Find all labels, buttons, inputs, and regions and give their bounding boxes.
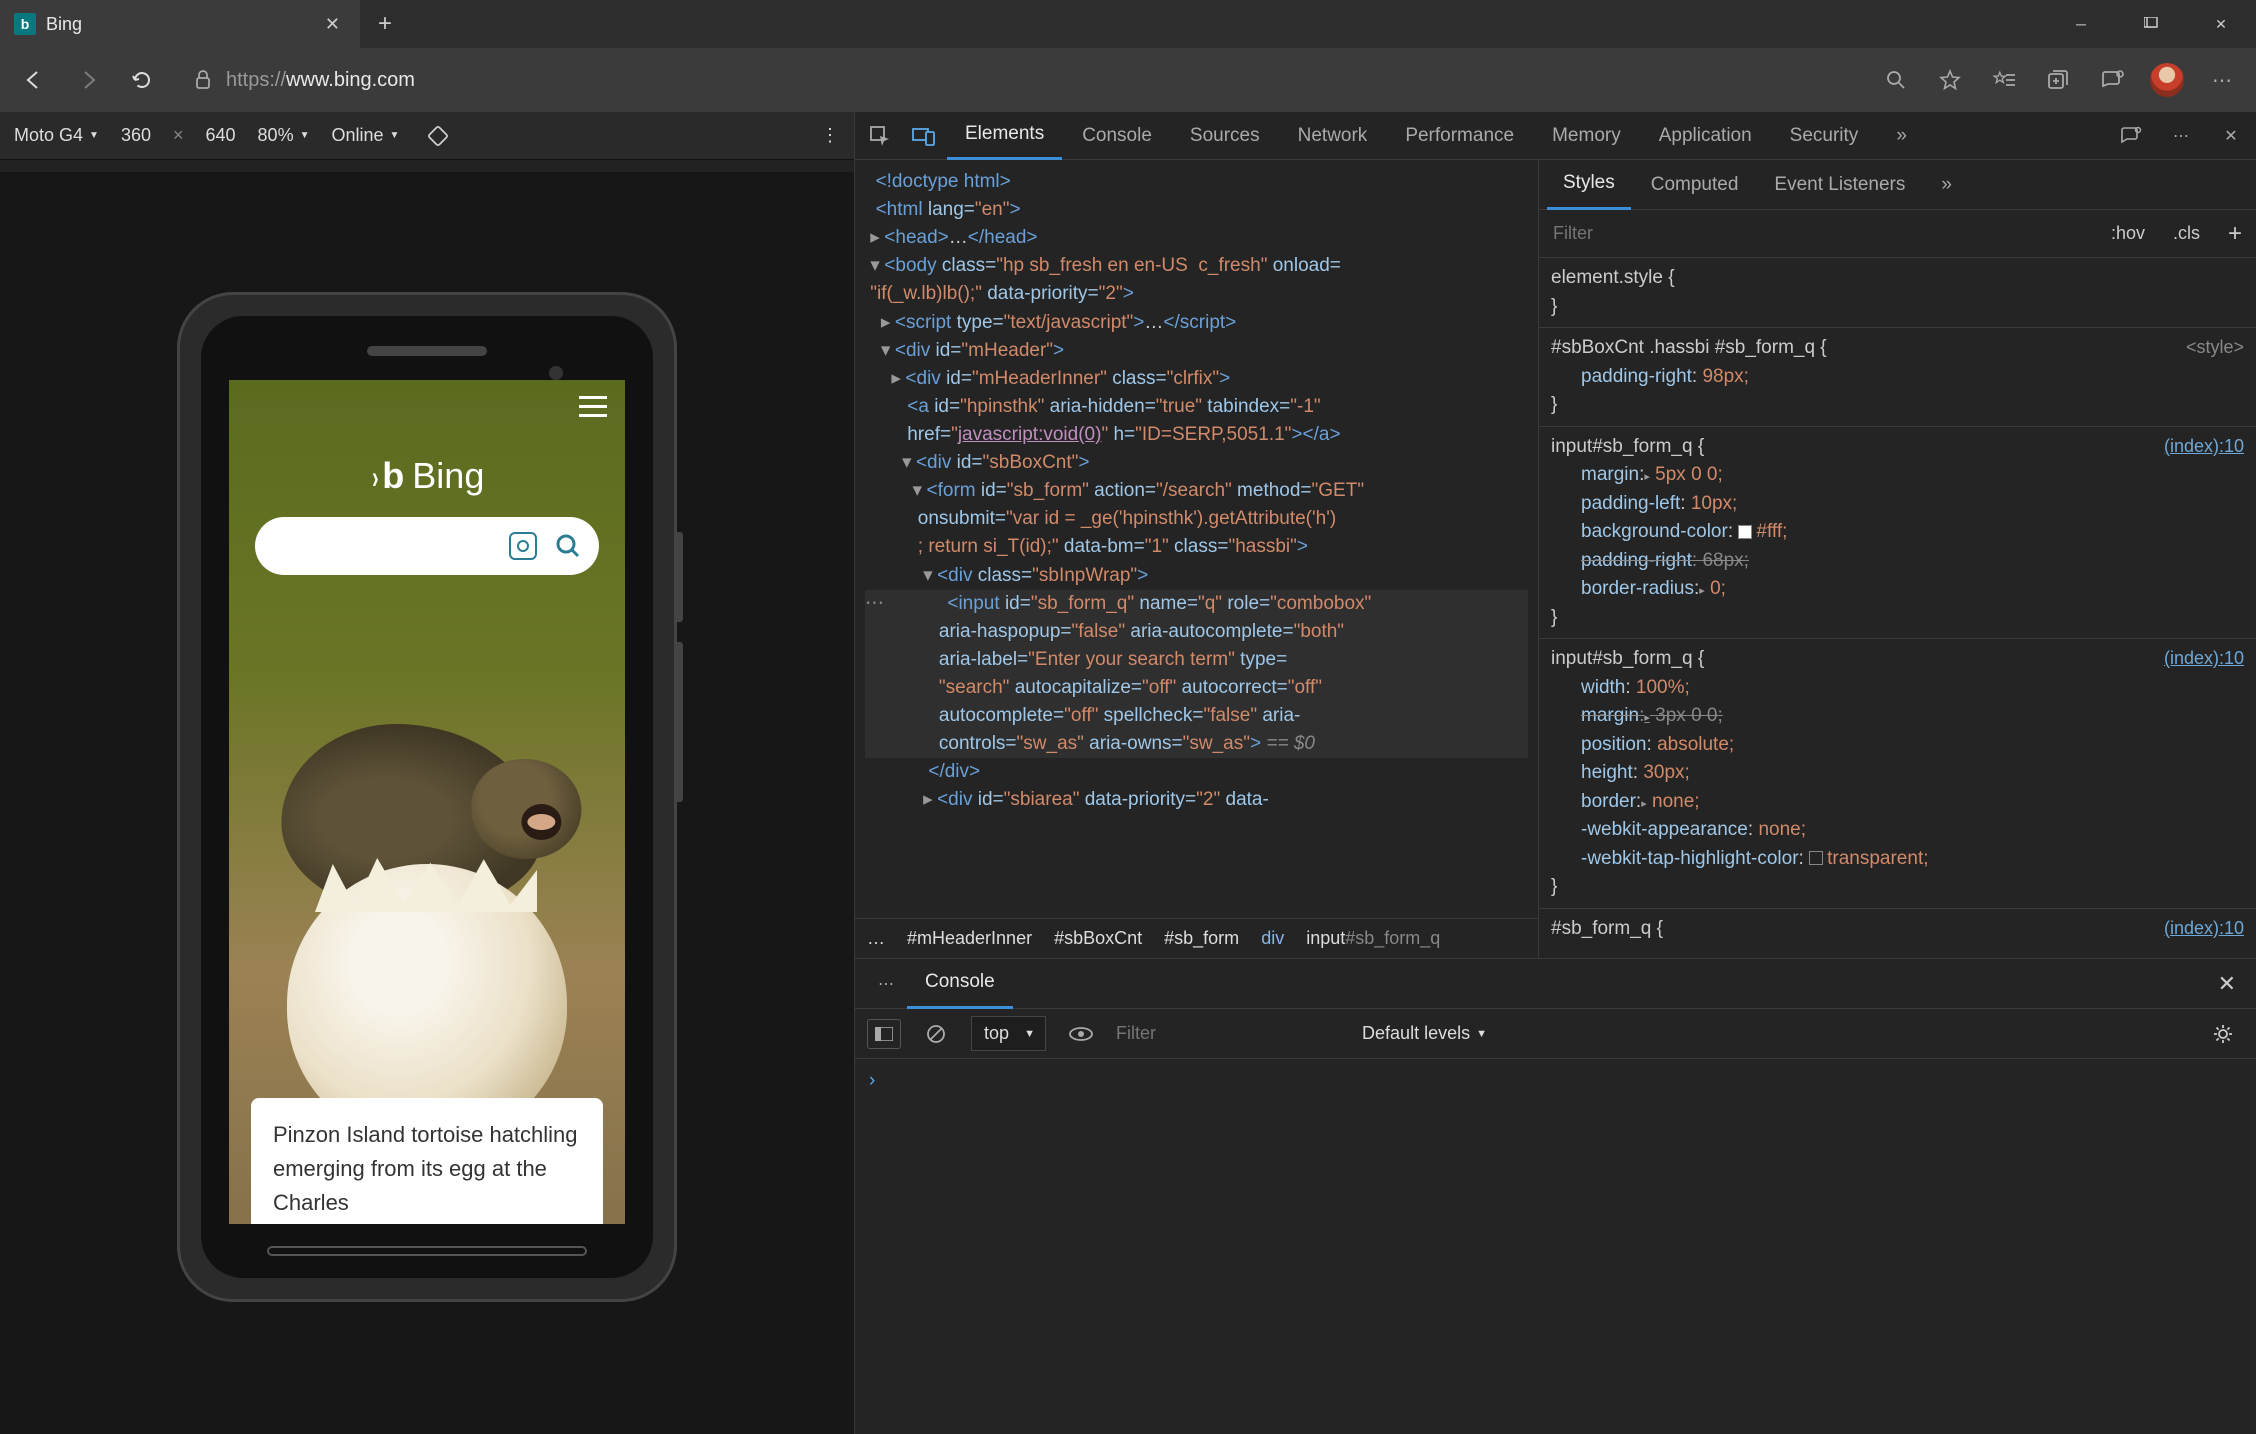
maximize-icon <box>2144 17 2158 31</box>
maximize-button[interactable] <box>2116 0 2186 48</box>
zoom-icon[interactable] <box>1872 56 1920 104</box>
feedback-icon[interactable] <box>2088 56 2136 104</box>
visual-search-icon[interactable] <box>509 532 537 560</box>
tab-network[interactable]: Network <box>1280 112 1386 160</box>
close-tab-icon[interactable]: ✕ <box>321 10 344 39</box>
styles-tabs-overflow-icon[interactable]: » <box>1925 160 1968 210</box>
context-select[interactable]: top▼ <box>971 1016 1046 1051</box>
phone-speaker <box>367 346 487 356</box>
drawer-more-icon[interactable]: ⋯ <box>865 963 907 1005</box>
more-menu-icon[interactable]: ⋯ <box>2198 56 2246 104</box>
refresh-icon <box>131 69 153 91</box>
bing-mark-icon: b <box>370 455 405 497</box>
console-sidebar-toggle-icon[interactable] <box>867 1019 901 1049</box>
zoom-select[interactable]: 80%▼ <box>258 125 310 146</box>
hamburger-icon[interactable] <box>579 396 607 417</box>
bing-favicon: b <box>14 13 36 35</box>
tab-title: Bing <box>46 14 311 35</box>
tab-sources[interactable]: Sources <box>1172 112 1278 160</box>
minimize-button[interactable]: ─ <box>2046 0 2116 48</box>
image-caption[interactable]: Pinzon Island tortoise hatchling emergin… <box>251 1098 603 1224</box>
search-input[interactable] <box>255 517 599 575</box>
browser-toolbar: https://www.bing.com ⋯ <box>0 48 2256 112</box>
console-settings-icon[interactable] <box>2202 1013 2244 1055</box>
ruler <box>0 160 854 172</box>
collections-icon[interactable] <box>2034 56 2082 104</box>
dimension-separator: × <box>173 125 184 146</box>
console-prompt: › <box>869 1070 875 1091</box>
console-output[interactable]: › <box>855 1059 2256 1434</box>
phone-camera <box>549 366 563 380</box>
favorite-icon[interactable] <box>1926 56 1974 104</box>
device-select[interactable]: Moto G4▼ <box>14 125 99 146</box>
tab-security[interactable]: Security <box>1772 112 1877 160</box>
clear-console-icon[interactable] <box>915 1013 957 1055</box>
styles-tab-listeners[interactable]: Event Listeners <box>1758 160 1921 210</box>
viewport-width[interactable]: 360 <box>121 125 151 146</box>
devtools-panel: Elements Console Sources Network Perform… <box>854 112 2256 1434</box>
url-text: https://www.bing.com <box>226 69 415 92</box>
address-bar[interactable]: https://www.bing.com <box>180 58 1858 102</box>
tab-performance[interactable]: Performance <box>1387 112 1532 160</box>
devtools-more-icon[interactable]: ⋯ <box>2160 115 2202 157</box>
favorites-list-icon[interactable] <box>1980 56 2028 104</box>
emulation-more-icon[interactable]: ⋮ <box>821 125 840 146</box>
rotate-icon[interactable] <box>427 125 449 147</box>
console-filter-input[interactable] <box>1116 1023 1348 1044</box>
tabs-overflow-icon[interactable]: » <box>1878 112 1925 160</box>
feedback-devtools-icon[interactable] <box>2110 115 2152 157</box>
styles-tab-computed[interactable]: Computed <box>1635 160 1755 210</box>
new-tab-button[interactable]: + <box>360 10 410 38</box>
drawer-close-icon[interactable]: ✕ <box>2208 971 2246 997</box>
live-expression-icon[interactable] <box>1060 1013 1102 1055</box>
browser-tab[interactable]: b Bing ✕ <box>0 0 360 48</box>
elements-panel: <!doctype html> <html lang="en"> ▸<head>… <box>855 160 1539 958</box>
new-style-rule-icon[interactable]: + <box>2214 220 2256 248</box>
viewport-height[interactable]: 640 <box>206 125 236 146</box>
drawer-tab-console[interactable]: Console <box>907 959 1013 1009</box>
tab-elements[interactable]: Elements <box>947 112 1062 160</box>
dom-breadcrumb[interactable]: … #mHeaderInner #sbBoxCnt #sb_form div i… <box>855 918 1538 958</box>
device-toggle-icon[interactable] <box>903 115 945 157</box>
arrow-right-icon <box>77 69 99 91</box>
back-button[interactable] <box>10 56 58 104</box>
styles-panel: Styles Computed Event Listeners » :hov .… <box>1539 160 2256 958</box>
device-emulation-pane: Moto G4▼ 360 × 640 80%▼ Online▼ ⋮ <box>0 112 854 1434</box>
styles-tab-styles[interactable]: Styles <box>1547 160 1631 210</box>
devtools-tabs: Elements Console Sources Network Perform… <box>855 112 2256 160</box>
phone-side-button <box>677 532 683 622</box>
tab-memory[interactable]: Memory <box>1534 112 1639 160</box>
css-rules[interactable]: element.style { } <style> #sbBoxCnt .has… <box>1539 258 2256 958</box>
window-titlebar: b Bing ✕ + ─ ✕ <box>0 0 2256 48</box>
refresh-button[interactable] <box>118 56 166 104</box>
device-viewport: b Bing Pinzon Island tortoise hatchling … <box>0 160 854 1434</box>
close-window-button[interactable]: ✕ <box>2186 0 2256 48</box>
phone-side-button <box>677 642 683 802</box>
tab-application[interactable]: Application <box>1641 112 1770 160</box>
log-levels-select[interactable]: Default levels▼ <box>1362 1023 1487 1044</box>
search-icon[interactable] <box>555 533 581 559</box>
hov-toggle[interactable]: :hov <box>2097 223 2159 244</box>
tab-console[interactable]: Console <box>1064 112 1170 160</box>
window-controls: ─ ✕ <box>2046 0 2256 48</box>
phone-home-bar <box>267 1246 587 1256</box>
throttling-select[interactable]: Online▼ <box>331 125 399 146</box>
bing-logo: b Bing <box>229 455 625 497</box>
console-drawer: ⋯ Console ✕ top▼ Default levels▼ › <box>855 958 2256 1434</box>
emulation-toolbar: Moto G4▼ 360 × 640 80%▼ Online▼ ⋮ <box>0 112 854 160</box>
devtools-close-icon[interactable]: ✕ <box>2210 115 2252 157</box>
profile-avatar[interactable] <box>2150 63 2184 97</box>
dom-tree[interactable]: <!doctype html> <html lang="en"> ▸<head>… <box>855 160 1538 918</box>
forward-button[interactable] <box>64 56 112 104</box>
styles-filter-input[interactable] <box>1539 223 2097 244</box>
phone-frame: b Bing Pinzon Island tortoise hatchling … <box>177 292 677 1302</box>
inspect-element-icon[interactable] <box>859 115 901 157</box>
lock-icon <box>194 70 212 90</box>
emulated-screen[interactable]: b Bing Pinzon Island tortoise hatchling … <box>229 380 625 1224</box>
cls-toggle[interactable]: .cls <box>2159 223 2214 244</box>
arrow-left-icon <box>23 69 45 91</box>
